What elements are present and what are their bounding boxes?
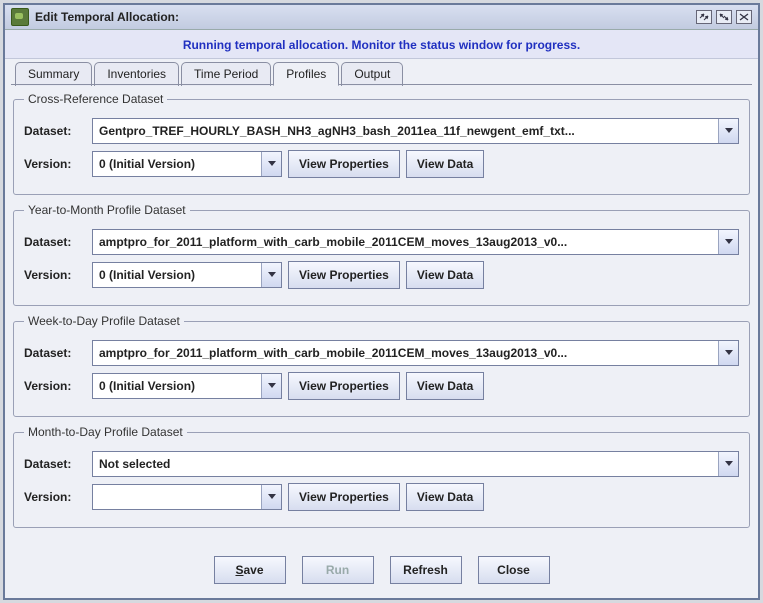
year-month-view-properties-button[interactable]: View Properties [288,261,400,289]
cross-ref-version-combo[interactable]: 0 (Initial Version) [92,151,282,177]
close-button[interactable] [736,10,752,24]
label-version: Version: [24,268,86,282]
year-month-version-value: 0 (Initial Version) [93,263,261,287]
tab-output[interactable]: Output [341,62,403,86]
label-dataset: Dataset: [24,124,86,138]
month-day-dataset-combo[interactable]: Not selected [92,451,739,477]
chevron-down-icon[interactable] [261,263,281,287]
cross-ref-view-data-button[interactable]: View Data [406,150,484,178]
status-message: Running temporal allocation. Monitor the… [5,30,758,59]
chevron-down-icon[interactable] [718,230,738,254]
chevron-down-icon[interactable] [261,374,281,398]
chevron-down-icon[interactable] [718,452,738,476]
chevron-down-icon[interactable] [718,119,738,143]
cross-ref-view-properties-button[interactable]: View Properties [288,150,400,178]
titlebar: Edit Temporal Allocation: [5,5,758,30]
group-year-to-month: Year-to-Month Profile Dataset Dataset: a… [13,203,750,306]
tab-bar: Summary Inventories Time Period Profiles… [5,61,758,85]
label-dataset: Dataset: [24,457,86,471]
label-version: Version: [24,379,86,393]
year-month-dataset-value: amptpro_for_2011_platform_with_carb_mobi… [93,230,718,254]
month-day-version-value [93,485,261,509]
save-button[interactable]: Save [214,556,286,584]
year-month-view-data-button[interactable]: View Data [406,261,484,289]
tab-inventories[interactable]: Inventories [94,62,179,86]
maximize-button[interactable] [716,10,732,24]
year-month-version-combo[interactable]: 0 (Initial Version) [92,262,282,288]
window-controls [696,10,752,24]
minimize-button[interactable] [696,10,712,24]
group-week-to-day: Week-to-Day Profile Dataset Dataset: amp… [13,314,750,417]
week-day-view-properties-button[interactable]: View Properties [288,372,400,400]
chevron-down-icon[interactable] [261,152,281,176]
run-button[interactable]: Run [302,556,374,584]
cross-ref-dataset-value: Gentpro_TREF_HOURLY_BASH_NH3_agNH3_bash_… [93,119,718,143]
label-dataset: Dataset: [24,346,86,360]
week-day-version-combo[interactable]: 0 (Initial Version) [92,373,282,399]
save-rest: ave [243,563,263,577]
label-version: Version: [24,490,86,504]
close-dialog-button[interactable]: Close [478,556,550,584]
week-day-version-value: 0 (Initial Version) [93,374,261,398]
month-day-version-combo[interactable] [92,484,282,510]
chevron-down-icon[interactable] [718,341,738,365]
legend-cross-reference: Cross-Reference Dataset [24,92,167,106]
week-day-view-data-button[interactable]: View Data [406,372,484,400]
week-day-dataset-combo[interactable]: amptpro_for_2011_platform_with_carb_mobi… [92,340,739,366]
app-icon [11,8,29,26]
cross-ref-version-value: 0 (Initial Version) [93,152,261,176]
legend-week-to-day: Week-to-Day Profile Dataset [24,314,184,328]
month-day-dataset-value: Not selected [93,452,718,476]
month-day-view-data-button[interactable]: View Data [406,483,484,511]
footer-buttons: Save Run Refresh Close [5,546,758,598]
year-month-dataset-combo[interactable]: amptpro_for_2011_platform_with_carb_mobi… [92,229,739,255]
tab-profiles[interactable]: Profiles [273,62,339,86]
group-cross-reference: Cross-Reference Dataset Dataset: Gentpro… [13,92,750,195]
tab-time-period[interactable]: Time Period [181,62,271,86]
refresh-button[interactable]: Refresh [390,556,462,584]
month-day-view-properties-button[interactable]: View Properties [288,483,400,511]
legend-year-to-month: Year-to-Month Profile Dataset [24,203,190,217]
titlebar-title: Edit Temporal Allocation: [35,10,696,24]
tab-summary[interactable]: Summary [15,62,92,86]
tab-content-profiles: Cross-Reference Dataset Dataset: Gentpro… [5,86,758,546]
legend-month-to-day: Month-to-Day Profile Dataset [24,425,187,439]
label-dataset: Dataset: [24,235,86,249]
group-month-to-day: Month-to-Day Profile Dataset Dataset: No… [13,425,750,528]
week-day-dataset-value: amptpro_for_2011_platform_with_carb_mobi… [93,341,718,365]
cross-ref-dataset-combo[interactable]: Gentpro_TREF_HOURLY_BASH_NH3_agNH3_bash_… [92,118,739,144]
dialog-edit-temporal-allocation: Edit Temporal Allocation: Running tempor… [3,3,760,600]
label-version: Version: [24,157,86,171]
chevron-down-icon[interactable] [261,485,281,509]
